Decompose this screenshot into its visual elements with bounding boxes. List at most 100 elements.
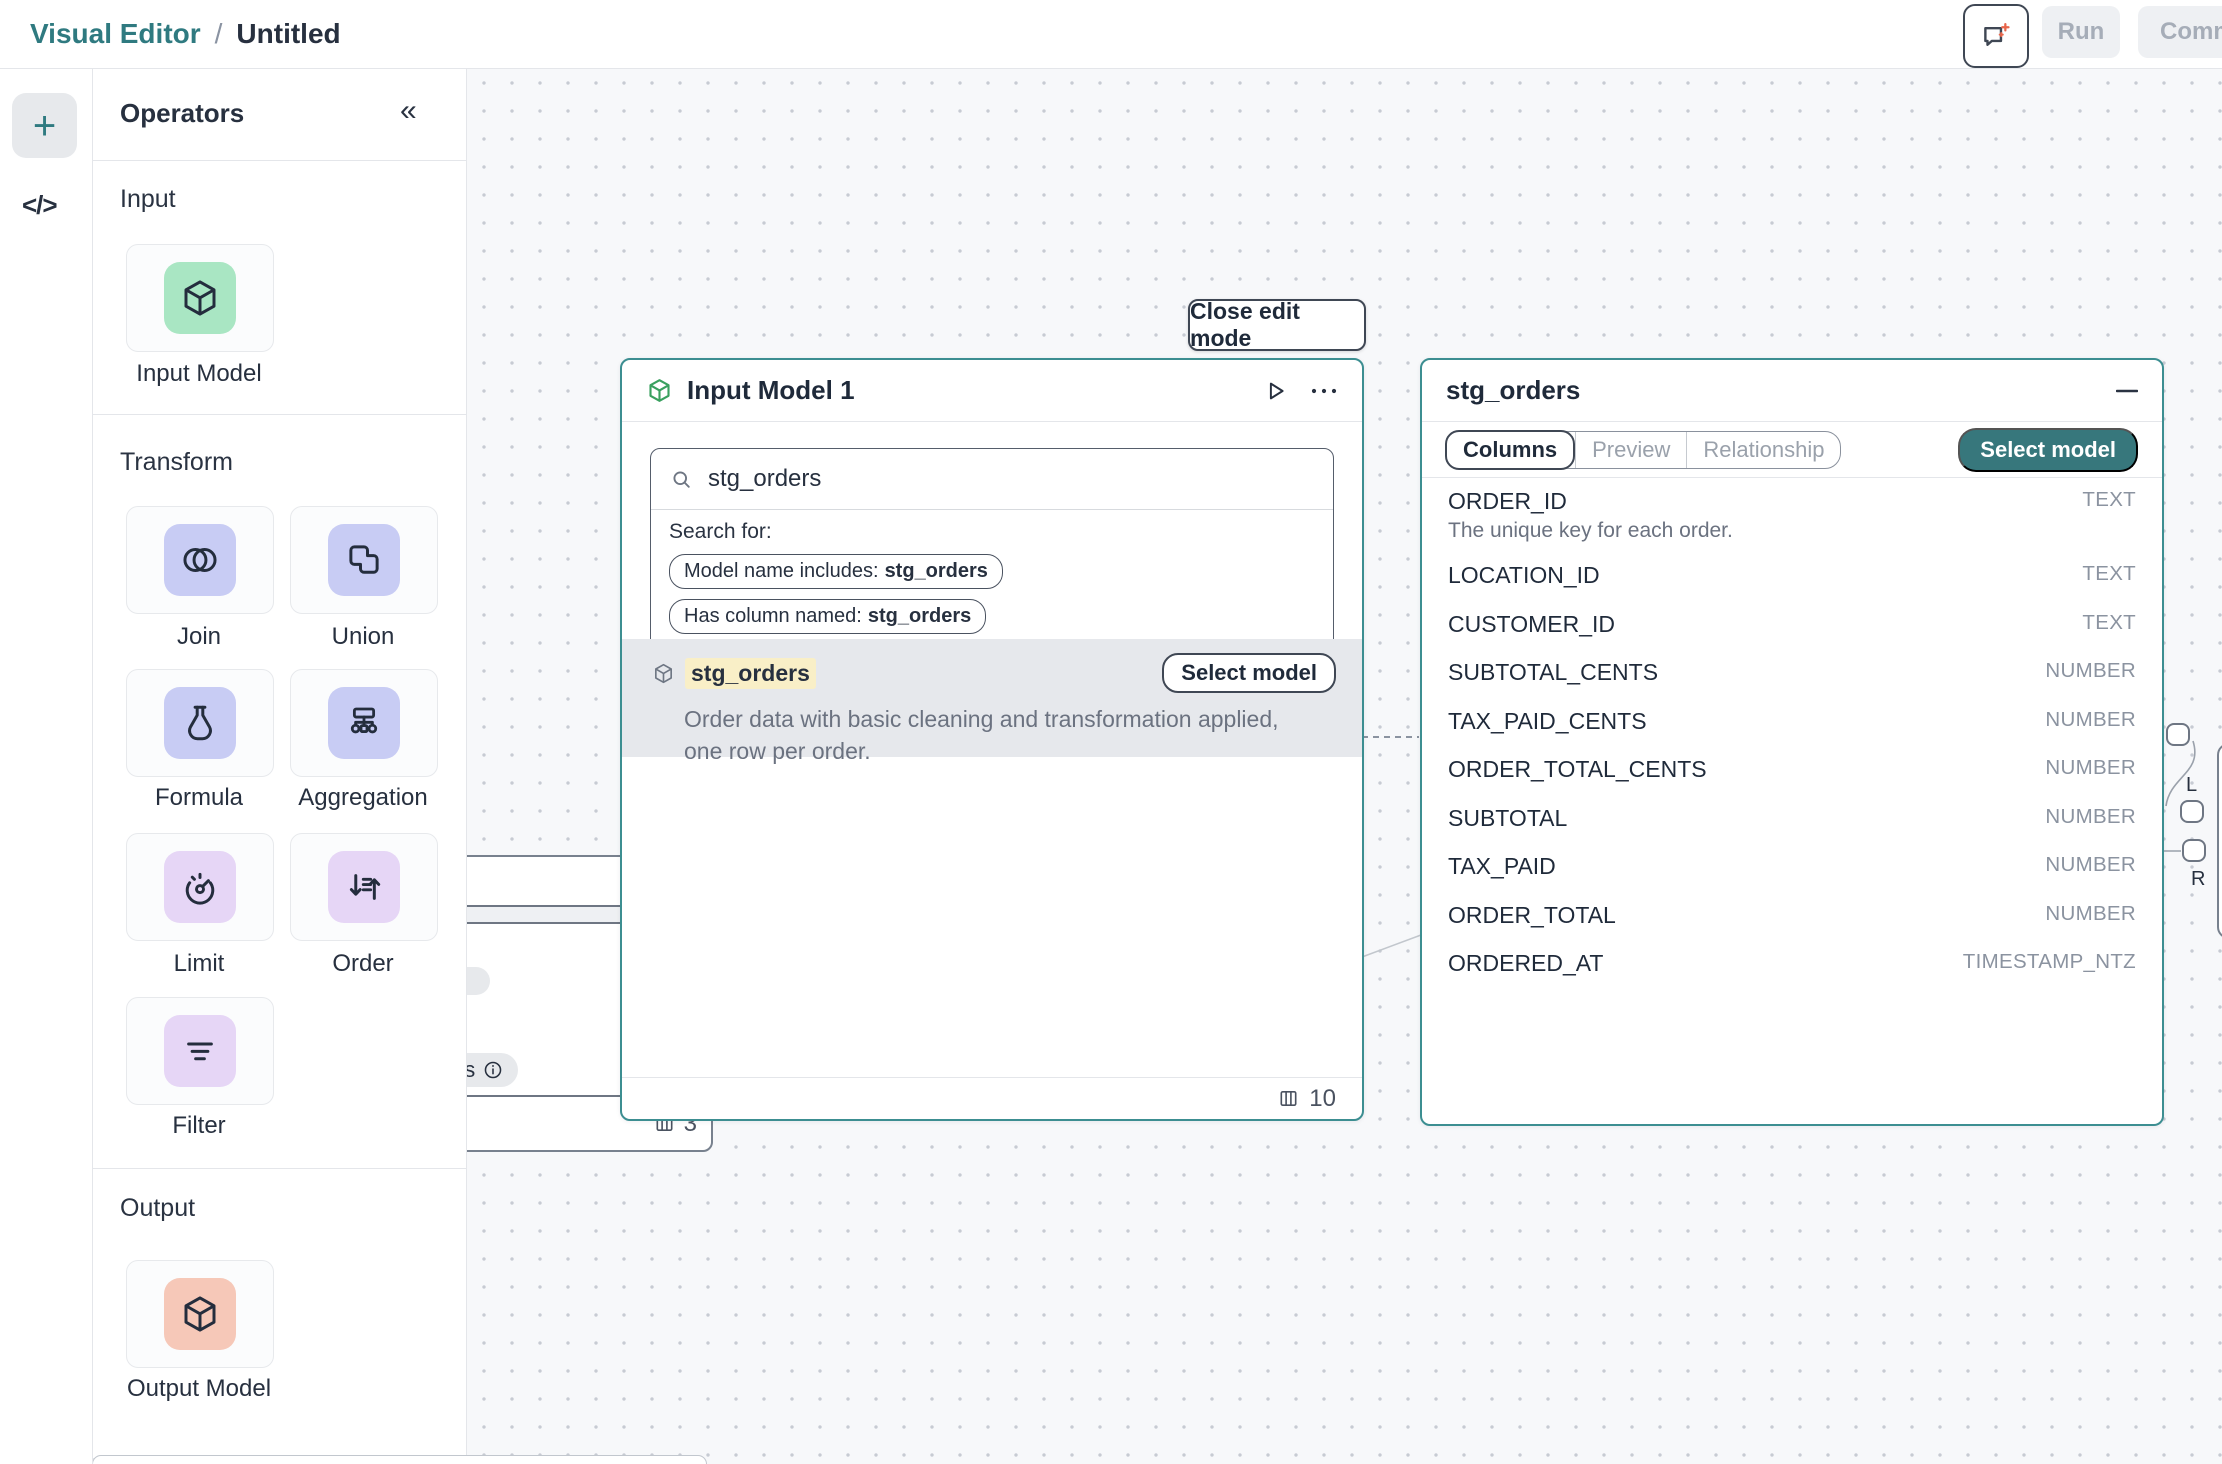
cube-icon: [646, 377, 673, 404]
search-for-label: Search for:: [669, 520, 772, 543]
operator-label: Filter: [172, 1112, 226, 1139]
run-node-icon[interactable]: [1262, 378, 1288, 404]
operator-label: Union: [331, 623, 395, 650]
formula-flask-icon: [164, 687, 236, 759]
column-row[interactable]: SUBTOTAL NUMBER: [1422, 805, 2162, 854]
offscreen-node-edge: [2217, 743, 2222, 939]
handle-label-left: L: [2186, 774, 2198, 796]
column-description: The unique key for each order.: [1448, 519, 1733, 542]
cube-icon: [164, 1278, 236, 1350]
divider: [92, 414, 466, 415]
input-model-node[interactable]: Input Model 1 Search for:: [620, 358, 1364, 1121]
result-model-description: Order data with basic cleaning and trans…: [684, 706, 1279, 765]
column-row[interactable]: ORDER_TOTAL NUMBER: [1422, 902, 2162, 951]
columns-count-icon: [1277, 1087, 1300, 1110]
breadcrumb-doc-title[interactable]: Untitled: [236, 18, 340, 50]
section-label-transform: Transform: [120, 448, 233, 476]
operator-label: Join: [176, 623, 222, 650]
schema-node[interactable]: stg_orders Columns Preview Relationship …: [1420, 358, 2164, 1126]
tab-relationship[interactable]: Relationship: [1686, 431, 1840, 468]
column-row[interactable]: ORDERED_AT TIMESTAMP_NTZ: [1422, 950, 2162, 999]
operator-output-model[interactable]: [126, 1260, 274, 1368]
search-row: [651, 449, 1333, 510]
close-edit-mode-button[interactable]: Close edit mode: [1188, 298, 1366, 351]
input-node-header: Input Model 1: [622, 360, 1362, 422]
column-row[interactable]: ORDER_ID TEXT The unique key for each or…: [1422, 488, 2162, 562]
select-model-button[interactable]: Select model: [1958, 427, 2138, 472]
column-row[interactable]: ORDER_TOTAL_CENTS NUMBER: [1422, 756, 2162, 805]
column-row[interactable]: TAX_PAID NUMBER: [1422, 853, 2162, 902]
node-menu-icon[interactable]: [1310, 387, 1338, 395]
add-cell-button[interactable]: +: [12, 93, 77, 158]
ai-assistant-button[interactable]: [1963, 4, 2029, 68]
filter-icon: [164, 1015, 236, 1087]
breadcrumb-separator: /: [214, 18, 223, 49]
limit-gauge-icon: [164, 851, 236, 923]
code-view-icon[interactable]: </>: [22, 190, 58, 221]
operator-label: Formula: [154, 784, 244, 811]
divider: [92, 1168, 466, 1169]
suggestion-chip-has-column[interactable]: Has column named: stg_orders: [669, 599, 987, 634]
left-rail: + </>: [0, 68, 93, 1464]
operator-label: Aggregation: [298, 784, 428, 811]
handle-label-right: R: [2191, 868, 2206, 890]
schema-node-title: stg_orders: [1446, 375, 1581, 405]
operator-label: Limit: [173, 950, 225, 977]
column-list: ORDER_ID TEXT The unique key for each or…: [1422, 488, 2162, 999]
collapse-minus-icon[interactable]: [2116, 389, 2138, 393]
input-node-footer: 10: [622, 1077, 1362, 1119]
operator-label: Output Model: [126, 1375, 272, 1402]
operator-label: Input Model: [136, 360, 262, 387]
operator-order[interactable]: [290, 833, 438, 941]
section-label-input: Input: [120, 185, 176, 213]
breadcrumb: Visual Editor / Untitled: [30, 0, 341, 68]
divider: [92, 160, 466, 161]
schema-tabs: Columns Preview Relationship: [1445, 429, 1842, 470]
collapse-panel-icon[interactable]: «: [400, 94, 417, 128]
operator-union[interactable]: [290, 506, 438, 614]
breadcrumb-app[interactable]: Visual Editor: [30, 18, 201, 50]
connection-handle[interactable]: [2166, 723, 2190, 746]
chat-sparkle-icon: [1979, 19, 2013, 53]
order-sort-icon: [328, 851, 400, 923]
schema-node-header: stg_orders: [1422, 360, 2162, 422]
connection-handle-right[interactable]: [2182, 839, 2206, 862]
bottom-drawer-edge[interactable]: [92, 1455, 707, 1464]
operator-filter[interactable]: [126, 997, 274, 1105]
suggestion-chip-model-name[interactable]: Model name includes: stg_orders: [669, 554, 1003, 589]
result-model-name: stg_orders: [685, 657, 816, 689]
column-row[interactable]: SUBTOTAL_CENTS NUMBER: [1422, 659, 2162, 708]
column-row[interactable]: CUSTOMER_ID TEXT: [1422, 611, 2162, 660]
visual-editor-app: ns 3 L R Close edit mode: [0, 0, 2222, 1464]
search-result-row[interactable]: stg_orders Select model Order data with …: [622, 639, 1362, 764]
union-icon: [328, 524, 400, 596]
connection-handle-left[interactable]: [2180, 800, 2204, 823]
operator-formula[interactable]: [126, 669, 274, 777]
operators-panel: Operators « Input Input Model Transform: [92, 68, 467, 1459]
operator-input-model[interactable]: [126, 244, 274, 352]
column-row[interactable]: LOCATION_ID TEXT: [1422, 562, 2162, 611]
column-row[interactable]: TAX_PAID_CENTS NUMBER: [1422, 708, 2162, 757]
operator-label: Order: [332, 950, 394, 977]
commit-button[interactable]: Comm: [2138, 6, 2222, 58]
info-icon: [482, 1059, 504, 1081]
aggregation-icon: [328, 687, 400, 759]
input-node-title: Input Model 1: [687, 375, 855, 405]
cube-icon: [164, 262, 236, 334]
operator-join[interactable]: [126, 506, 274, 614]
model-search-input[interactable]: [706, 464, 1315, 494]
top-bar: Visual Editor / Untitled Run Comm: [0, 0, 2222, 69]
select-model-button[interactable]: Select model: [1162, 653, 1336, 693]
section-label-output: Output: [120, 1194, 196, 1222]
tab-columns[interactable]: Columns: [1445, 429, 1576, 470]
operators-title: Operators: [120, 98, 245, 128]
cube-icon: [652, 662, 675, 685]
search-icon: [669, 467, 694, 492]
operator-aggregation[interactable]: [290, 669, 438, 777]
schema-toolbar: Columns Preview Relationship Select mode…: [1422, 422, 2162, 478]
operator-limit[interactable]: [126, 833, 274, 941]
tab-preview[interactable]: Preview: [1575, 431, 1686, 468]
run-button[interactable]: Run: [2042, 6, 2120, 58]
input-node-column-count: 10: [1309, 1084, 1336, 1112]
join-icon: [164, 524, 236, 596]
